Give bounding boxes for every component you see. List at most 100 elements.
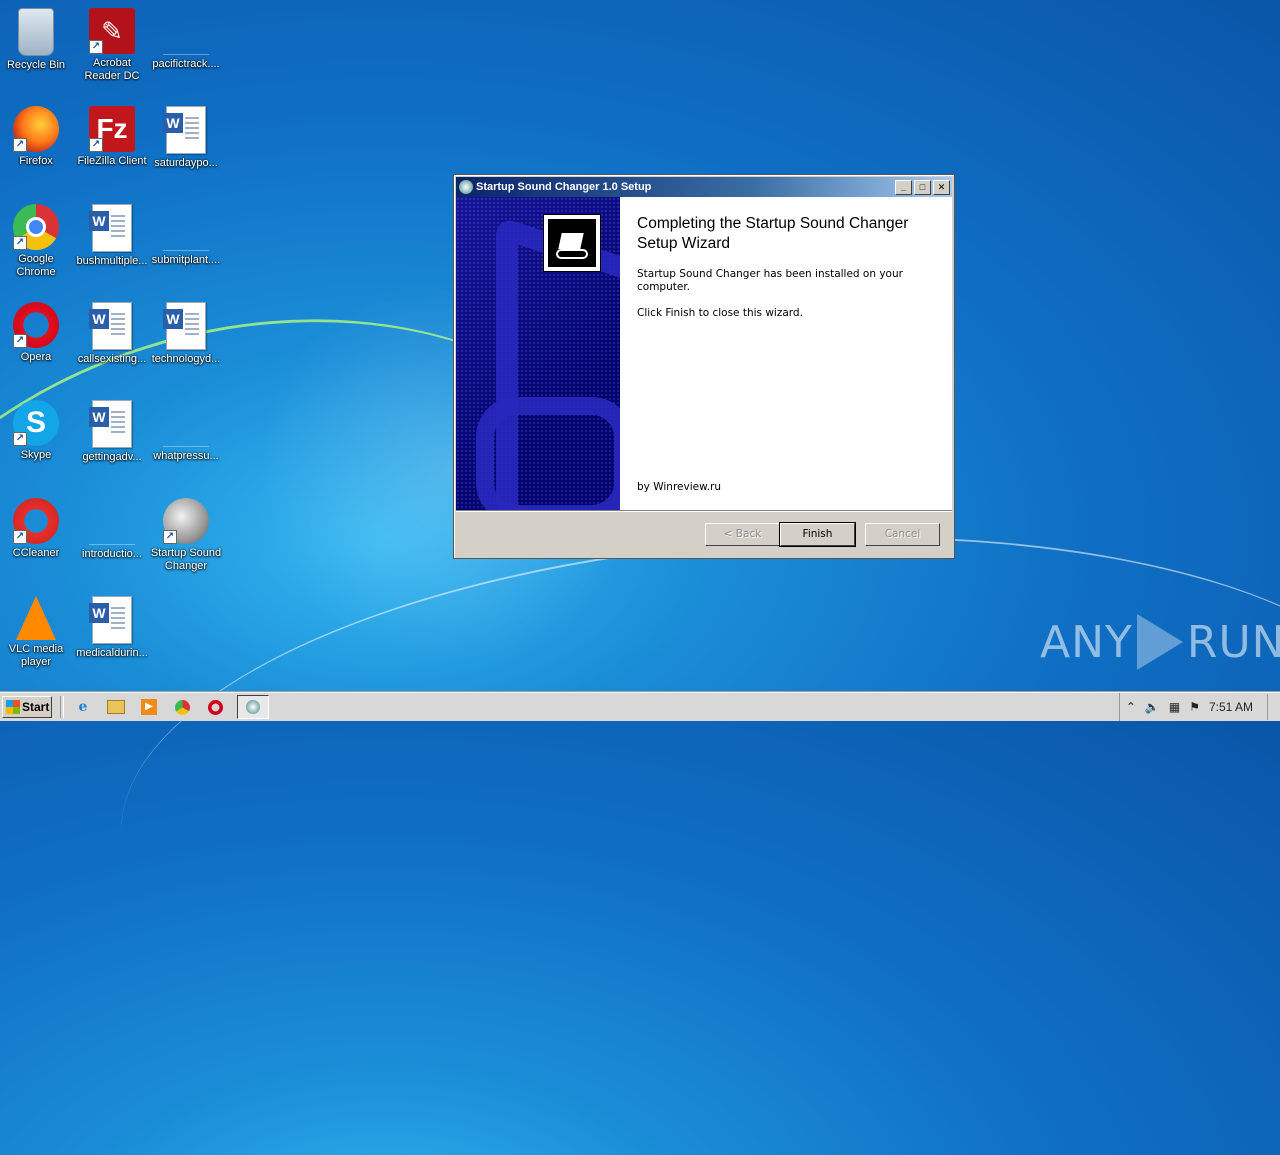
- start-label: Start: [22, 700, 50, 714]
- desktop-icon-label: callsexisting...: [77, 353, 147, 365]
- desktop-icon-label: CCleaner: [12, 547, 60, 559]
- shortcut-arrow-icon: ↗: [13, 432, 27, 446]
- desktop-icon-label: Startup Sound Changer: [150, 547, 222, 572]
- setup-window: Startup Sound Changer 1.0 Setup _ □ ✕ Co…: [453, 174, 955, 559]
- blank-file-icon: [89, 522, 135, 545]
- shortcut-arrow-icon: ↗: [13, 138, 27, 152]
- desktop-icon-acrobat[interactable]: ✎ ↗ Acrobat Reader DC: [74, 8, 150, 83]
- desktop-icon-label: Opera: [20, 351, 52, 363]
- desktop-icon-file[interactable]: submitplant....: [148, 204, 224, 267]
- desktop-icon-file[interactable]: W medicaldurin...: [74, 596, 150, 660]
- show-desktop-button[interactable]: [1267, 694, 1280, 720]
- desktop-icon-label: introductio...: [82, 548, 142, 560]
- shortcut-arrow-icon: ↗: [89, 40, 103, 54]
- window-title: Startup Sound Changer 1.0 Setup: [476, 181, 652, 193]
- shortcut-arrow-icon: ↗: [13, 334, 27, 348]
- recycle-bin-icon: [18, 8, 54, 56]
- blank-file-icon: [163, 228, 209, 251]
- wizard-banner: [456, 197, 620, 510]
- desktop-icon-file[interactable]: introductio...: [74, 498, 150, 561]
- desktop-icon-label: Firefox: [19, 155, 53, 167]
- banner-graphic: [476, 397, 620, 510]
- opera-icon[interactable]: [204, 696, 226, 718]
- instruction-text: Click Finish to close this wizard.: [637, 307, 803, 319]
- network-icon[interactable]: ▦: [1169, 700, 1180, 714]
- vlc-icon: [16, 596, 56, 640]
- desktop-icon-label: medicaldurin...: [76, 647, 148, 659]
- watermark-text: RUN: [1186, 616, 1280, 668]
- volume-icon[interactable]: 🔈: [1145, 700, 1160, 714]
- installer-icon: [459, 180, 473, 194]
- clock[interactable]: 7:51 AM: [1209, 700, 1253, 714]
- skype-icon: S ↗: [13, 400, 59, 446]
- desktop-icon-recycle-bin[interactable]: Recycle Bin: [0, 8, 74, 72]
- desktop-icon-file[interactable]: W callsexisting...: [74, 302, 150, 366]
- wallpaper-swoosh: [104, 495, 1280, 1087]
- close-button[interactable]: ✕: [933, 179, 950, 195]
- desktop-icon-label: submitplant....: [151, 254, 221, 266]
- shortcut-arrow-icon: ↗: [89, 138, 103, 152]
- start-button[interactable]: Start: [2, 696, 52, 718]
- blank-file-icon: [163, 32, 209, 55]
- desktop-icon-vlc[interactable]: VLC media player: [0, 596, 74, 669]
- app-logo-icon: [543, 214, 601, 272]
- desktop-icon-chrome[interactable]: ↗ Google Chrome: [0, 204, 74, 279]
- word-doc-icon: W: [89, 596, 132, 644]
- taskbar-item-setup[interactable]: [237, 695, 269, 719]
- word-doc-icon: W: [89, 302, 132, 350]
- desktop-icon-startup-sound-changer[interactable]: ↗ Startup Sound Changer: [148, 498, 224, 573]
- desktop-icon-file[interactable]: W gettingadv...: [74, 400, 150, 464]
- desktop-icon-ccleaner[interactable]: ↗ CCleaner: [0, 498, 74, 560]
- desktop-icon-label: bushmultiple...: [76, 255, 148, 267]
- desktop-icon-opera[interactable]: ↗ Opera: [0, 302, 74, 364]
- shortcut-arrow-icon: ↗: [163, 530, 177, 544]
- ccleaner-icon: ↗: [13, 498, 59, 544]
- desktop-icon-label: gettingadv...: [82, 451, 142, 463]
- filezilla-icon: Fz ↗: [89, 106, 135, 152]
- publisher-text: by Winreview.ru: [637, 481, 722, 493]
- divider: [60, 696, 64, 718]
- desktop-icon-firefox[interactable]: ↗ Firefox: [0, 106, 74, 168]
- desktop-icon-file[interactable]: W technologyd...: [148, 302, 224, 366]
- minimize-button[interactable]: _: [895, 179, 912, 195]
- word-doc-icon: W: [89, 204, 132, 252]
- word-doc-icon: W: [89, 400, 132, 448]
- system-tray: ⌃ 🔈 ▦ ⚑ 7:51 AM: [1118, 693, 1280, 721]
- divider: [456, 510, 952, 512]
- media-player-icon[interactable]: [138, 696, 160, 718]
- chrome-icon: ↗: [13, 204, 59, 250]
- desktop-icon-label: FileZilla Client: [77, 155, 147, 167]
- desktop-icon-skype[interactable]: S ↗ Skype: [0, 400, 74, 462]
- desktop-icon-label: whatpressu...: [153, 450, 219, 462]
- window-titlebar[interactable]: Startup Sound Changer 1.0 Setup _ □ ✕: [456, 177, 952, 197]
- shortcut-arrow-icon: ↗: [13, 530, 27, 544]
- watermark-text: ANY: [1040, 616, 1133, 668]
- show-hidden-icons-icon[interactable]: ⌃: [1126, 700, 1136, 714]
- desktop-icon-file[interactable]: whatpressu...: [148, 400, 224, 463]
- chrome-icon[interactable]: [171, 696, 193, 718]
- desktop-icon-file[interactable]: pacifictrack....: [148, 8, 224, 71]
- desktop-icon-label: pacifictrack....: [152, 58, 220, 70]
- wizard-heading: Completing the Startup Sound Changer Set…: [637, 215, 909, 252]
- desktop-icon-filezilla[interactable]: Fz ↗ FileZilla Client: [74, 106, 150, 168]
- desktop-icon-label: VLC media player: [8, 643, 64, 668]
- wizard-content: Completing the Startup Sound Changer Set…: [637, 214, 937, 333]
- finish-button[interactable]: Finish: [779, 522, 856, 547]
- wizard-panel: Completing the Startup Sound Changer Set…: [456, 197, 952, 510]
- install-complete-text: Startup Sound Changer has been installed…: [637, 268, 903, 293]
- desktop-icon-file[interactable]: W saturdaypo...: [148, 106, 224, 170]
- desktop-icon-label: Acrobat Reader DC: [84, 57, 140, 82]
- desktop-icon-label: Recycle Bin: [6, 59, 66, 71]
- opera-icon: ↗: [13, 302, 59, 348]
- desktop-icon-label: Google Chrome: [16, 253, 56, 278]
- maximize-button[interactable]: □: [914, 179, 931, 195]
- action-center-flag-icon[interactable]: ⚑: [1189, 700, 1200, 714]
- windows-logo-icon: [6, 700, 20, 714]
- word-doc-icon: W: [163, 106, 206, 154]
- desktop-icon-label: saturdaypo...: [154, 157, 218, 169]
- acrobat-icon: ✎ ↗: [89, 8, 135, 54]
- desktop-icon-file[interactable]: W bushmultiple...: [74, 204, 150, 268]
- internet-explorer-icon[interactable]: e: [72, 696, 94, 718]
- folder-icon[interactable]: [105, 696, 127, 718]
- taskbar: Start e ⌃ 🔈 ▦ ⚑ 7:51 AM: [0, 692, 1280, 721]
